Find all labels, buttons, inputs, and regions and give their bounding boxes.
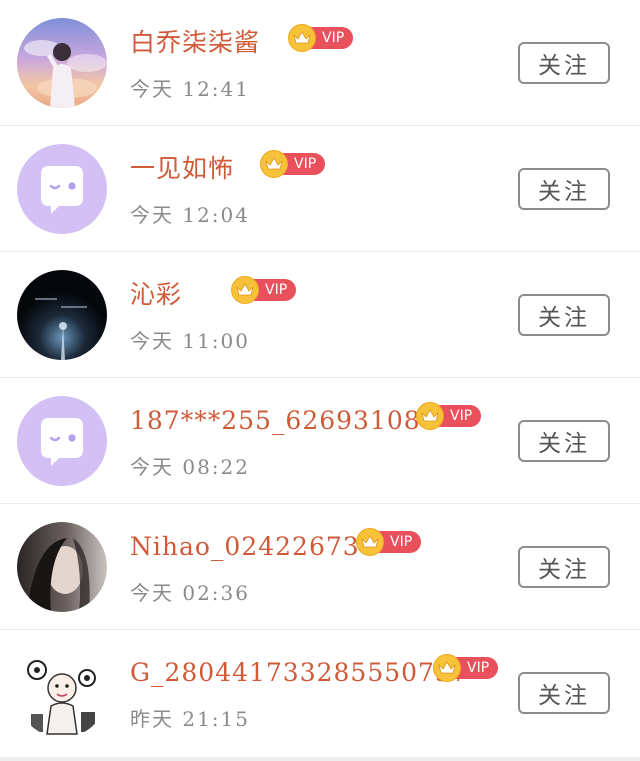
- crown-icon: [288, 24, 316, 52]
- timestamp: 今天 11:00: [130, 329, 250, 353]
- avatar[interactable]: [17, 396, 107, 486]
- timestamp: 今天 12:41: [130, 77, 250, 101]
- list-item[interactable]: 白乔柒柒酱 VIP 今天 12:41 关注: [0, 0, 640, 125]
- photo-avatar-cartoon-sketch: [17, 648, 107, 738]
- photo-avatar-sky-girl: [17, 18, 107, 108]
- crown-icon: [416, 402, 444, 430]
- vip-badge: VIP: [288, 24, 354, 52]
- list-item[interactable]: Nihao_024226737 VIP 今天 02:36 关注: [0, 504, 640, 629]
- crown-icon: [356, 528, 384, 556]
- follow-button[interactable]: 关注: [518, 672, 610, 714]
- follow-button[interactable]: 关注: [518, 546, 610, 588]
- follow-list: 白乔柒柒酱 VIP 今天 12:41 关注 一见如怖 VIP 今天 12:04 …: [0, 0, 640, 757]
- username[interactable]: G_280441733285550737: [130, 656, 469, 690]
- timestamp: 今天 08:22: [130, 455, 250, 479]
- timestamp: 昨天 21:15: [130, 707, 250, 731]
- vip-badge: VIP: [231, 276, 297, 304]
- default-chat-avatar-icon: [17, 144, 107, 234]
- follow-button[interactable]: 关注: [518, 168, 610, 210]
- username[interactable]: 沁彩: [130, 278, 182, 312]
- username[interactable]: Nihao_024226737: [130, 530, 377, 564]
- avatar[interactable]: [17, 522, 107, 612]
- list-item[interactable]: 187***255_626931086 VIP 今天 08:22 关注: [0, 378, 640, 503]
- avatar[interactable]: [17, 144, 107, 234]
- vip-badge: VIP: [433, 654, 499, 682]
- username[interactable]: 187***255_626931086: [130, 404, 438, 438]
- list-item[interactable]: G_280441733285550737 VIP 昨天 21:15 关注: [0, 630, 640, 757]
- list-item[interactable]: 沁彩 VIP 今天 11:00 关注: [0, 252, 640, 377]
- crown-icon: [231, 276, 259, 304]
- crown-icon: [260, 150, 288, 178]
- timestamp: 今天 02:36: [130, 581, 250, 605]
- vip-badge: VIP: [356, 528, 422, 556]
- follow-button[interactable]: 关注: [518, 42, 610, 84]
- follow-button[interactable]: 关注: [518, 294, 610, 336]
- follow-button[interactable]: 关注: [518, 420, 610, 462]
- username[interactable]: 一见如怖: [130, 152, 234, 186]
- timestamp: 今天 12:04: [130, 203, 250, 227]
- avatar[interactable]: [17, 270, 107, 360]
- photo-avatar-dark-tower: [17, 270, 107, 360]
- crown-icon: [433, 654, 461, 682]
- avatar[interactable]: [17, 648, 107, 738]
- default-chat-avatar-icon: [17, 396, 107, 486]
- username[interactable]: 白乔柒柒酱: [130, 26, 260, 60]
- avatar[interactable]: [17, 18, 107, 108]
- photo-avatar-woman-portrait: [17, 522, 107, 612]
- vip-badge: VIP: [416, 402, 482, 430]
- list-item[interactable]: 一见如怖 VIP 今天 12:04 关注: [0, 126, 640, 251]
- vip-badge: VIP: [260, 150, 326, 178]
